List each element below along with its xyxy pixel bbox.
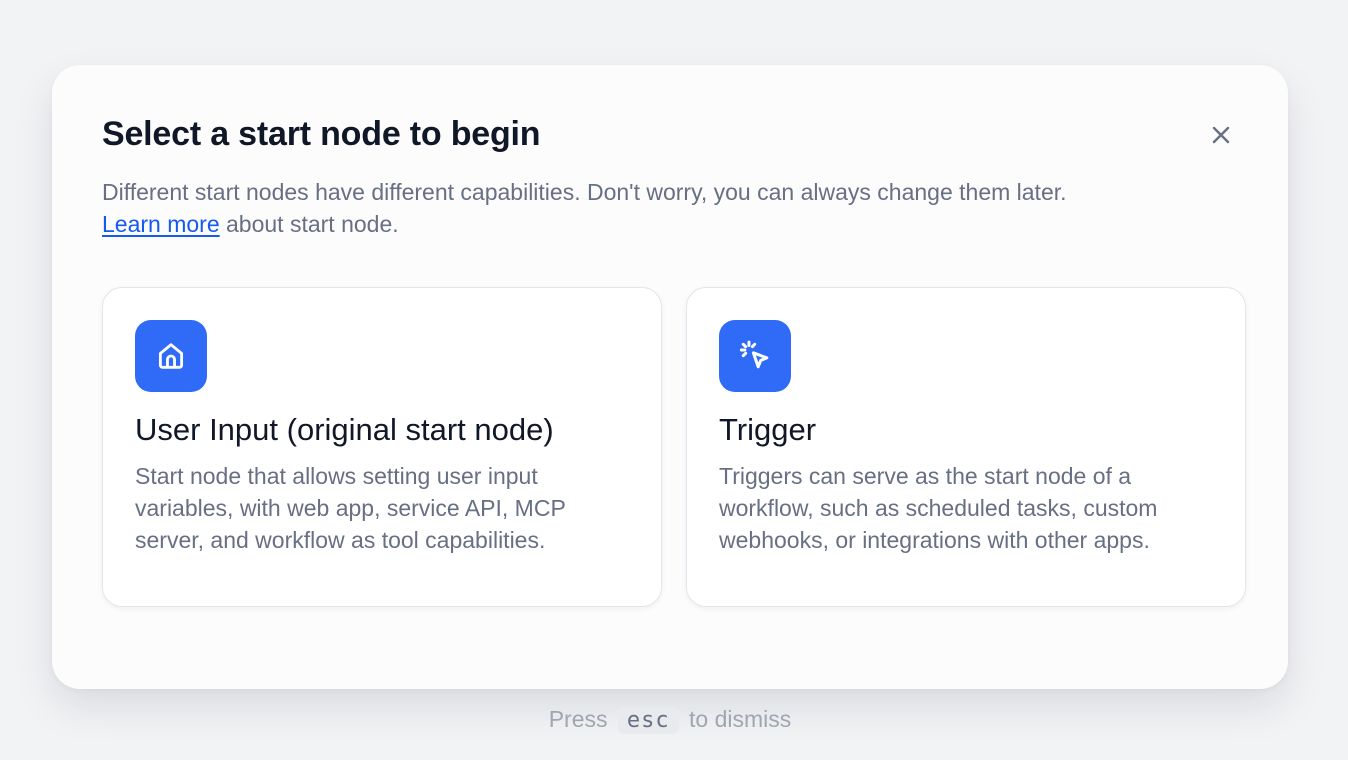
trigger-card[interactable]: Trigger Triggers can serve as the start …: [686, 287, 1246, 607]
cursor-click-icon: [739, 340, 769, 369]
trigger-icon-tile: [719, 320, 791, 392]
home-icon: [158, 343, 184, 369]
start-node-dialog: Select a start node to begin Different s…: [52, 65, 1288, 689]
dialog-description: Different start nodes have different cap…: [102, 176, 1232, 240]
user-input-card-title: User Input (original start node): [135, 412, 554, 447]
dismiss-hint: Press esc to dismiss: [0, 706, 1340, 734]
learn-more-link[interactable]: Learn more: [102, 211, 220, 237]
trigger-card-description: Triggers can serve as the start node of …: [719, 463, 1158, 553]
description-text: Different start nodes have different cap…: [102, 179, 1067, 205]
hint-suffix: to dismiss: [689, 706, 792, 732]
user-input-card[interactable]: User Input (original start node) Start n…: [102, 287, 662, 607]
trigger-card-title: Trigger: [719, 412, 817, 447]
hint-prefix: Press: [548, 706, 608, 732]
close-button[interactable]: [1206, 120, 1236, 150]
user-input-card-description: Start node that allows setting user inpu…: [135, 463, 566, 553]
user-input-icon-tile: [135, 320, 207, 392]
learn-more-suffix: about start node.: [219, 211, 399, 237]
dialog-title: Select a start node to begin: [102, 115, 541, 153]
close-icon: [1212, 126, 1230, 144]
esc-key-badge: esc: [617, 707, 679, 734]
